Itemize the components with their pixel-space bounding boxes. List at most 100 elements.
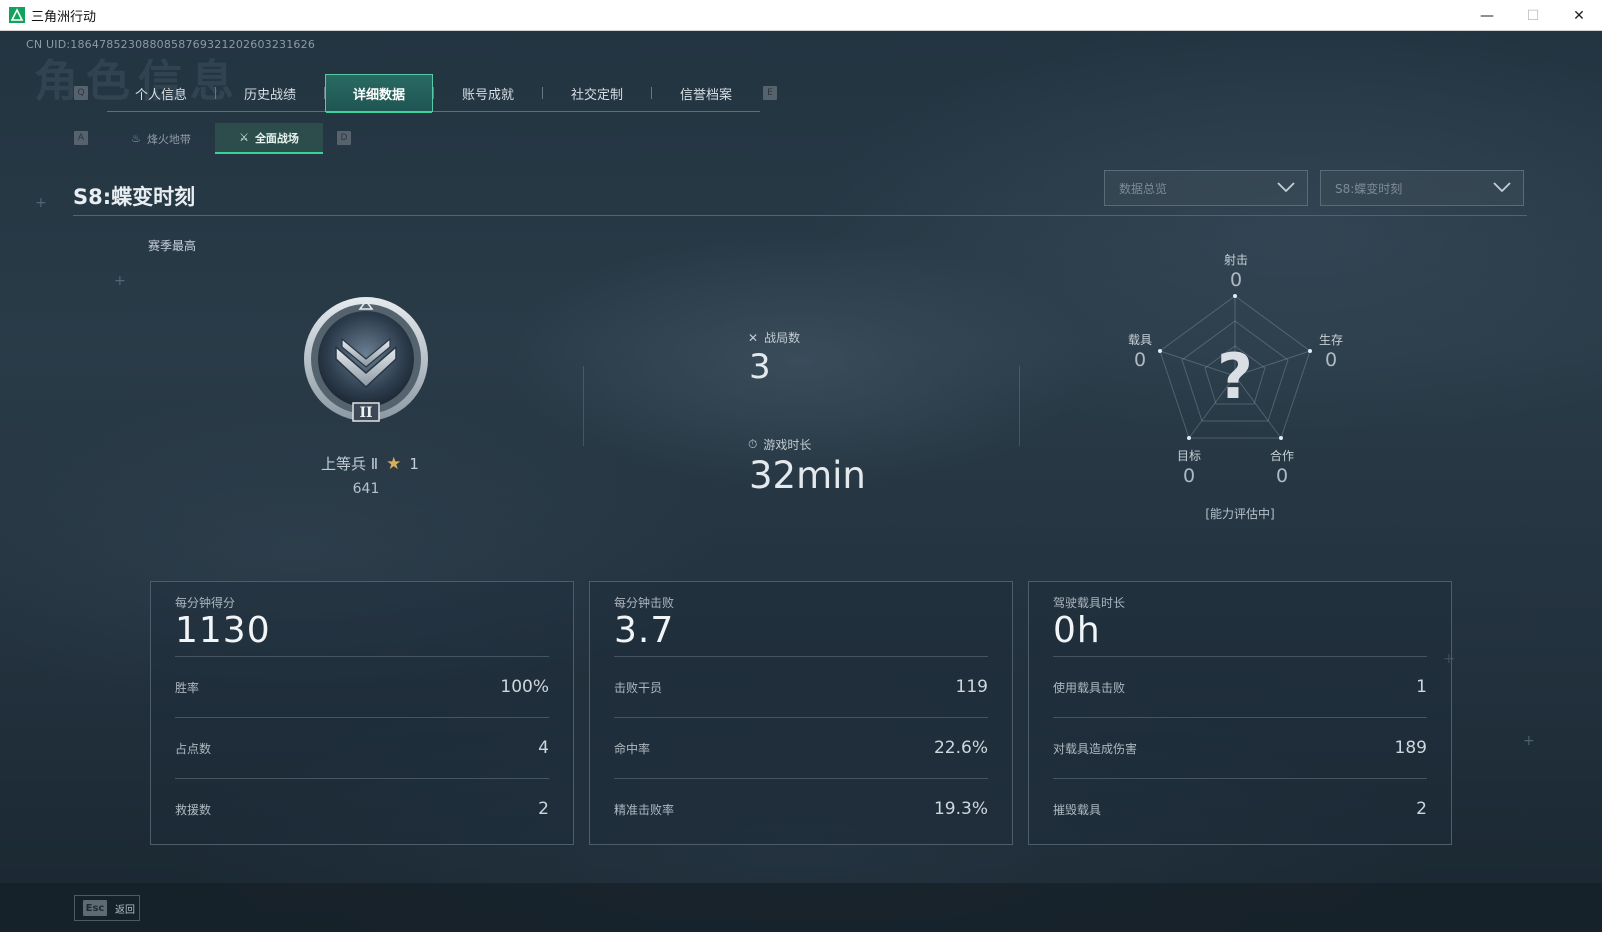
matches-label: 战局数: [764, 331, 801, 345]
star-icon: ★: [386, 453, 402, 474]
season-dropdown[interactable]: S8:蝶变时刻: [1320, 170, 1524, 206]
warfare-icon: ⚔: [239, 131, 249, 144]
stat-value: 189: [1394, 738, 1427, 758]
stat-label: 精准击败率: [614, 802, 675, 817]
stat-label: 命中率: [614, 741, 651, 756]
stat-row: 胜率 100%: [175, 656, 549, 717]
stat-value: 100%: [500, 677, 549, 697]
stopwatch-icon: ⏱: [748, 437, 758, 451]
tab-social[interactable]: 社交定制: [543, 74, 651, 112]
window-title: 三角洲行动: [31, 9, 97, 25]
window-titlebar: 三角洲行动 — ☐ ✕: [0, 0, 1602, 31]
matches-label-group: ✕ 战局数: [748, 329, 800, 346]
stat-value: 2: [1416, 799, 1427, 819]
tab-mode-operations-label: 烽火地带: [146, 132, 191, 146]
data-overview-dropdown[interactable]: 数据总览: [1104, 170, 1308, 206]
stat-value: 4: [538, 738, 549, 758]
card-title: 驾驶载具时长: [1053, 596, 1126, 610]
data-overview-dropdown-value: 数据总览: [1119, 181, 1168, 196]
back-label: 返回: [115, 904, 135, 916]
season-title: S8:蝶变时刻: [73, 185, 196, 209]
rank-badge-icon: II: [304, 297, 428, 422]
ability-radar-chart: ?: [1158, 294, 1312, 440]
bottom-bar: [0, 883, 1602, 932]
section-divider: [73, 215, 1527, 216]
rank-info: 上等兵 Ⅱ ★ 1: [300, 453, 440, 474]
playtime-label: 游戏时长: [763, 438, 812, 452]
key-hint-q: Q: [74, 86, 88, 100]
tab-achievements[interactable]: 账号成就: [434, 74, 542, 112]
stat-row: 对载具造成伤害 189: [1053, 717, 1427, 778]
stat-label: 占点数: [175, 741, 212, 756]
crossed-swords-icon: ✕: [748, 330, 759, 345]
playtime-value: 32min: [749, 454, 866, 497]
key-hint-e: E: [763, 86, 777, 100]
mode-tabs: ♨ 烽火地带 ⚔ 全面战场: [107, 123, 323, 154]
key-hint-a: A: [74, 131, 88, 145]
maximize-button[interactable]: ☐: [1510, 0, 1556, 31]
rank-stars: 1: [409, 454, 419, 473]
stat-label: 胜率: [175, 680, 200, 695]
main-tabs: 个人信息 历史战绩 详细数据 账号成就 社交定制 信誉档案: [107, 74, 760, 113]
playtime-label-group: ⏱ 游戏时长: [748, 436, 811, 453]
tab-credit-file[interactable]: 信誉档案: [652, 74, 760, 112]
kill-stats-card: 每分钟击败 3.7 击败干员 119 命中率 22.6% 精准击败率 19.3%: [589, 581, 1013, 845]
tab-personal-info[interactable]: 个人信息: [107, 74, 215, 112]
game-screen: 角色信息 CN UID:1864785230880858769321202603…: [0, 31, 1602, 932]
stat-label: 救援数: [175, 802, 212, 817]
stat-row: 命中率 22.6%: [614, 717, 988, 778]
key-hint-d: D: [337, 131, 351, 145]
radar-value-coop: 0: [1275, 465, 1289, 487]
tab-mode-operations[interactable]: ♨ 烽火地带: [107, 123, 215, 154]
radar-status-note: [能力评估中]: [1205, 507, 1275, 521]
tab-mode-warfare-label: 全面战场: [254, 131, 299, 145]
tab-mode-warfare[interactable]: ⚔ 全面战场: [215, 123, 323, 154]
player-uid: CN UID:186478523088085876932120260323162…: [26, 38, 316, 51]
esc-key-icon: Esc: [83, 900, 107, 916]
stat-row: 摧毁载具 2: [1053, 778, 1427, 839]
card-main-value: 3.7: [614, 610, 675, 651]
card-title: 每分钟得分: [175, 596, 236, 610]
stat-value: 19.3%: [933, 799, 988, 819]
stat-row: 击败干员 119: [614, 656, 988, 717]
radar-value-target: 0: [1182, 465, 1196, 487]
card-main-value: 0h: [1053, 610, 1101, 651]
season-dropdown-value: S8:蝶变时刻: [1335, 181, 1403, 196]
tab-detailed-data[interactable]: 详细数据: [325, 74, 433, 113]
minimize-button[interactable]: —: [1464, 0, 1510, 31]
chevron-down-icon: [1493, 182, 1511, 193]
stat-row: 占点数 4: [175, 717, 549, 778]
stat-label: 击败干员: [614, 680, 663, 695]
stat-row: 救援数 2: [175, 778, 549, 839]
season-best-label: 赛季最高: [148, 239, 197, 253]
chevron-down-icon: [1277, 182, 1295, 193]
rank-name: 上等兵 Ⅱ: [321, 455, 379, 473]
close-button[interactable]: ✕: [1556, 0, 1602, 31]
deco-plus-icon: +: [1523, 733, 1535, 749]
card-title: 每分钟击败: [614, 596, 675, 610]
deco-plus-icon: +: [114, 273, 126, 289]
vehicle-stats-card: 驾驶载具时长 0h 使用载具击败 1 对载具造成伤害 189 摧毁载具 2: [1028, 581, 1452, 845]
card-main-value: 1130: [175, 610, 271, 651]
stat-label: 使用载具击败: [1053, 680, 1126, 695]
stat-label: 对载具造成伤害: [1053, 741, 1138, 756]
stat-label: 摧毁载具: [1053, 802, 1102, 817]
back-button[interactable]: Esc 返回: [74, 895, 140, 921]
stat-value: 2: [538, 799, 549, 819]
stat-row: 精准击败率 19.3%: [614, 778, 988, 839]
rank-score: 641: [352, 481, 380, 497]
deco-plus-icon: +: [35, 195, 47, 211]
radar-label-shoot: 射击: [1223, 253, 1248, 267]
matches-value: 3: [749, 347, 771, 387]
vertical-divider: [1019, 366, 1020, 446]
rank-tier-text: II: [359, 405, 372, 421]
fire-zone-icon: ♨: [131, 132, 141, 145]
radar-unknown-icon: ?: [1217, 340, 1253, 413]
tab-history[interactable]: 历史战绩: [216, 74, 324, 112]
app-logo-icon: [9, 7, 25, 23]
score-stats-card: 每分钟得分 1130 胜率 100% 占点数 4 救援数 2: [150, 581, 574, 845]
stat-row: 使用载具击败 1: [1053, 656, 1427, 717]
vertical-divider: [583, 366, 584, 446]
stat-value: 119: [955, 677, 988, 697]
stat-value: 1: [1416, 677, 1427, 697]
